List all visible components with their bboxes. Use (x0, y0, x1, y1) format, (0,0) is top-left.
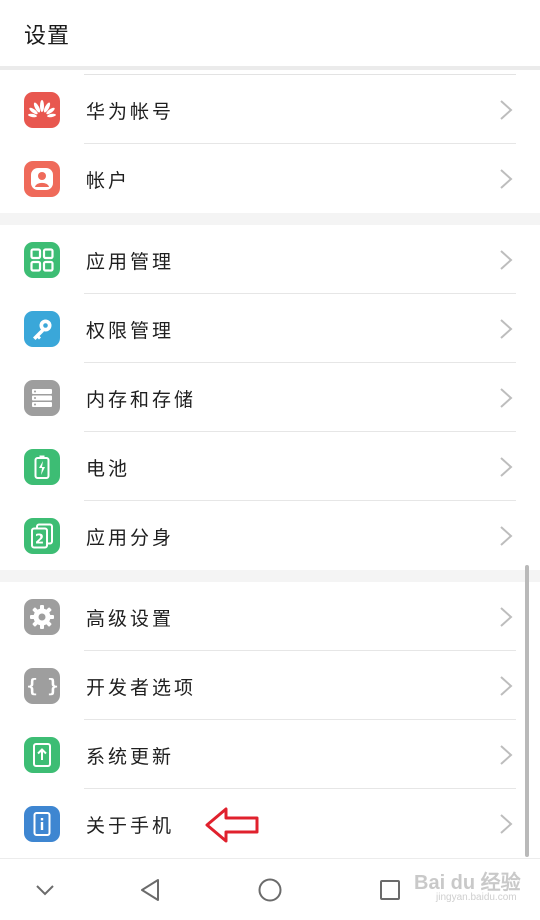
person-icon (24, 161, 60, 197)
scrollbar[interactable] (525, 565, 529, 857)
watermark-logo: Bai du 经验 (414, 872, 521, 894)
settings-item-memory-storage[interactable]: 内存和存储 (0, 363, 540, 432)
braces-icon: { } (24, 668, 60, 704)
chevron-right-icon (500, 388, 513, 408)
settings-item-label: 高级设置 (86, 608, 175, 630)
settings-item-system-update[interactable]: 系统更新 (0, 720, 540, 789)
braces-icon-glyph: { } (26, 675, 58, 697)
chevron-right-icon (500, 745, 513, 765)
settings-item-label: 华为帐号 (86, 101, 175, 123)
settings-item-label: 帐户 (86, 170, 131, 192)
twin-app-icon: 2 (24, 518, 60, 554)
watermark-url: jingyan.baidu.com (436, 892, 517, 903)
chevron-right-icon (500, 169, 513, 189)
recents-square-icon (380, 880, 400, 900)
chevron-right-icon (500, 250, 513, 270)
settings-item-accounts[interactable]: 帐户 (0, 144, 540, 213)
chevron-right-icon (500, 676, 513, 696)
settings-item-app-management[interactable]: 应用管理 (0, 225, 540, 294)
section-separator (0, 570, 540, 582)
info-icon (24, 806, 60, 842)
page-title: 设置 (24, 24, 71, 49)
nav-recents-button[interactable] (373, 873, 407, 907)
settings-item-label: 关于手机 (86, 815, 175, 837)
settings-item-advanced-settings[interactable]: 高级设置 (0, 582, 540, 651)
nav-collapse-button[interactable] (28, 873, 62, 907)
key-icon (24, 311, 60, 347)
grid-icon (24, 242, 60, 278)
update-icon (24, 737, 60, 773)
chevron-down-icon (36, 885, 54, 896)
settings-item-label: 系统更新 (86, 746, 175, 768)
settings-item-label: 开发者选项 (86, 677, 197, 699)
home-circle-icon (258, 878, 282, 902)
huawei-logo-icon (24, 92, 60, 128)
settings-item-app-twin[interactable]: 2 应用分身 (0, 501, 540, 570)
settings-item-label: 应用分身 (86, 527, 175, 549)
settings-item-label: 内存和存储 (86, 389, 197, 411)
settings-item-label: 权限管理 (86, 320, 175, 342)
settings-item-about-phone[interactable]: 关于手机 (0, 789, 540, 858)
battery-icon (24, 449, 60, 485)
settings-item-label: 电池 (86, 458, 131, 480)
nav-home-button[interactable] (253, 873, 287, 907)
back-triangle-icon (141, 879, 159, 901)
chevron-right-icon (500, 319, 513, 339)
app-header: 设置 (0, 0, 540, 66)
chevron-right-icon (500, 100, 513, 120)
annotation-arrow-icon (205, 807, 259, 843)
gear-icon (24, 599, 60, 635)
chevron-right-icon (500, 814, 513, 834)
settings-item-permission-management[interactable]: 权限管理 (0, 294, 540, 363)
nav-back-button[interactable] (133, 873, 167, 907)
header-divider (0, 66, 540, 70)
section-separator (0, 213, 540, 225)
chevron-right-icon (500, 526, 513, 546)
chevron-right-icon (500, 607, 513, 627)
twin-icon-number: 2 (35, 533, 44, 548)
settings-item-battery[interactable]: 电池 (0, 432, 540, 501)
settings-screen: 设置 华为帐号 帐户 应用管理 权限管理 内存和存储 电池 2 应用分身 高级设… (0, 0, 540, 920)
chevron-right-icon (500, 457, 513, 477)
settings-item-huawei-account[interactable]: 华为帐号 (0, 75, 540, 144)
settings-item-label: 应用管理 (86, 251, 175, 273)
storage-icon (24, 380, 60, 416)
settings-item-developer-options[interactable]: { } 开发者选项 (0, 651, 540, 720)
